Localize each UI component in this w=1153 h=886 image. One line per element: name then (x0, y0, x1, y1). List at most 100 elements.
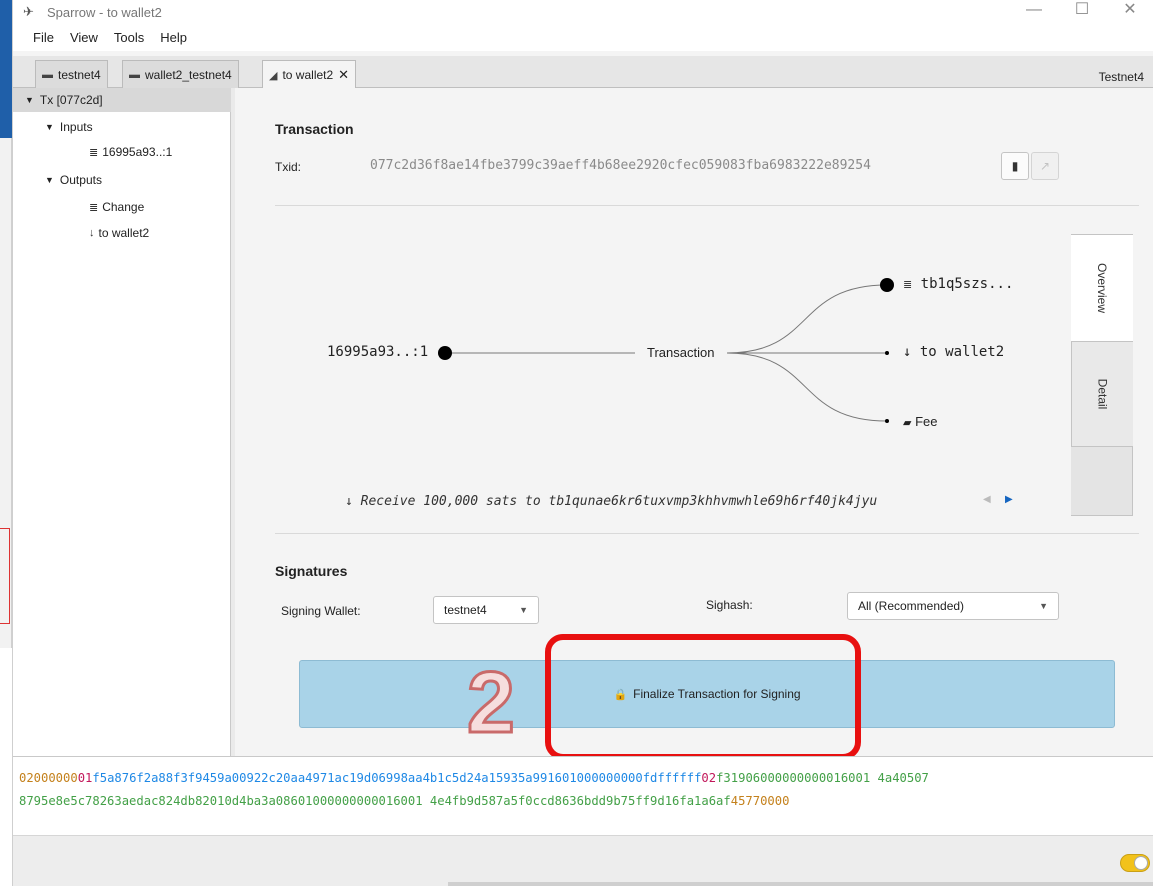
signatures-heading: Signatures (275, 563, 348, 579)
diagram-change-output[interactable]: ≣ tb1q5szs... (903, 276, 1013, 292)
coins-icon: ≣ (89, 201, 99, 214)
tree-label: Inputs (59, 120, 93, 134)
send-icon: ◢ (269, 69, 278, 82)
payment-node (885, 351, 889, 355)
tab-label: testnet4 (58, 67, 101, 82)
menu-help[interactable]: Help (160, 30, 187, 45)
tree-item-change[interactable]: ≣ Change (13, 195, 231, 219)
arrow-down-icon: ↓ (345, 494, 361, 509)
annotation-step-number: 2 (466, 655, 517, 751)
separator (275, 205, 1139, 206)
tree-item-to-wallet2[interactable]: ↓ to wallet2 (13, 221, 231, 245)
expand-triangle-icon[interactable]: ▼ (45, 122, 54, 132)
transaction-panel: Transaction Txid: 077c2d36f8ae14fbe3799c… (235, 88, 1153, 760)
wallet-icon: ▬ (129, 68, 140, 81)
hex-line: 8795e8e5c78263aedac824db82010d4ba3a08601… (19, 790, 1153, 813)
transaction-hex[interactable]: 0200000001f5a876f2a88f3f9459a00922c20aa4… (13, 756, 1153, 836)
hex-version: 02000000 (19, 771, 78, 785)
copy-txid-button[interactable]: ▮ (1001, 152, 1029, 180)
receive-summary: ↓ Receive 100,000 sats to tb1qunae6kr6tu… (345, 494, 877, 509)
hex-outputs: f31906000000000016001 4a40507 (716, 771, 929, 785)
tab-to-wallet2[interactable]: ◢ to wallet2 ✕ (262, 60, 357, 89)
expand-triangle-icon[interactable]: ▼ (25, 95, 34, 105)
signing-wallet-label: Signing Wallet: (281, 604, 361, 618)
copy-icon: ▮ (1011, 159, 1019, 173)
diagram-input-label[interactable]: 16995a93..:1 (327, 344, 428, 360)
tree-item-input[interactable]: ≣ 16995a93..:1 (13, 140, 231, 164)
window-controls: — ☐ ✕ (1010, 0, 1153, 24)
tree-label: Tx [077c2d] (39, 93, 103, 107)
tree-label: Change (102, 200, 145, 214)
tab-close-icon[interactable]: ✕ (338, 67, 349, 83)
app-window: ✈ Sparrow - to wallet2 — ☐ ✕ File View T… (12, 0, 1153, 886)
transaction-diagram: 16995a93..:1 Transaction ≣ tb1q5szs... ↓… (275, 224, 1065, 524)
tree-item-inputs[interactable]: ▼ Inputs (13, 115, 231, 139)
toggle-knob (1134, 856, 1148, 870)
sighash-label: Sighash: (706, 598, 753, 612)
fee-icon: ▰ (903, 417, 912, 429)
diagram-lines (438, 278, 894, 423)
menu-tools[interactable]: Tools (114, 30, 144, 45)
online-toggle[interactable] (1120, 854, 1150, 872)
tab-testnet4[interactable]: ▬ testnet4 (35, 60, 108, 88)
title-bar: ✈ Sparrow - to wallet2 — ☐ ✕ (13, 0, 1153, 24)
menu-view[interactable]: View (70, 30, 98, 45)
sighash-value: All (Recommended) (858, 599, 965, 613)
change-node (880, 278, 894, 292)
external-link-icon: ↗ (1039, 159, 1051, 173)
next-icon[interactable]: ▶ (1005, 494, 1013, 505)
tab-detail-label: Detail (1095, 378, 1110, 410)
window-title: Sparrow - to wallet2 (47, 4, 162, 20)
hex-inputs: f5a876f2a88f3f9459a00922c20aa4971ac19d06… (92, 771, 702, 785)
chevron-down-icon: ▼ (519, 605, 528, 615)
network-label: Testnet4 (1098, 70, 1144, 84)
diagram-payment-output[interactable]: ↓ to wallet2 (903, 344, 1004, 360)
menu-file[interactable]: File (33, 30, 54, 45)
desktop-edge (0, 0, 12, 886)
menu-bar: File View Tools Help (13, 24, 1153, 51)
expand-triangle-icon[interactable]: ▼ (45, 175, 54, 185)
tab-label: wallet2_testnet4 (145, 67, 232, 82)
arrow-down-icon: ↓ (903, 344, 912, 360)
close-icon[interactable]: ✕ (1106, 0, 1153, 24)
previous-icon[interactable]: ◀ (983, 494, 991, 505)
hex-line: 0200000001f5a876f2a88f3f9459a00922c20aa4… (19, 767, 1153, 790)
tab-bar: ▬ testnet4 ▬ wallet2_testnet4 ◢ to walle… (13, 56, 1153, 89)
tab-overview[interactable]: Overview (1071, 235, 1133, 341)
arrow-down-icon: ↓ (89, 227, 95, 239)
receive-text: Receive 100,000 sats to tb1qunae6kr6tuxv… (360, 494, 878, 509)
txid-value[interactable]: 077c2d36f8ae14fbe3799c39aeff4b68ee2920cf… (370, 158, 871, 173)
diagram-payment-label: to wallet2 (919, 344, 1005, 360)
sighash-select[interactable]: All (Recommended) ▼ (847, 592, 1059, 620)
annotation-highlight-box (545, 634, 861, 760)
tree-label: 16995a93..:1 (102, 145, 173, 159)
signing-wallet-select[interactable]: testnet4 ▼ (433, 596, 539, 624)
fee-node (885, 419, 889, 423)
minimize-icon[interactable]: — (1010, 0, 1058, 24)
fee-curve (726, 352, 888, 422)
sparrow-logo-icon: ✈ (23, 4, 34, 19)
maximize-icon[interactable]: ☐ (1058, 0, 1106, 24)
taskbar-edge (448, 882, 1153, 886)
hex-outputs: 8795e8e5c78263aedac824db82010d4ba3a08601… (19, 794, 731, 808)
tree-item-outputs[interactable]: ▼ Outputs (13, 168, 231, 192)
desktop-edge-blue (0, 0, 12, 138)
change-curve (726, 284, 888, 354)
open-in-browser-button[interactable]: ↗ (1031, 152, 1059, 180)
diagram-transaction-label: Transaction (647, 345, 715, 360)
diagram-change-label: tb1q5szs... (920, 276, 1014, 292)
diagram-fee-output[interactable]: ▰ Fee (903, 414, 938, 429)
tab-detail[interactable]: Detail (1071, 341, 1133, 447)
signing-wallet-value: testnet4 (444, 603, 487, 617)
tab-wallet2-testnet4[interactable]: ▬ wallet2_testnet4 (122, 60, 239, 88)
tree-label: to wallet2 (98, 226, 150, 240)
tree-item-tx[interactable]: ▼ Tx [077c2d] (13, 88, 231, 112)
input-node (438, 346, 452, 360)
status-bar (13, 836, 1153, 886)
hex-locktime: 45770000 (730, 794, 790, 808)
coins-icon: ≣ (903, 278, 913, 291)
desktop-edge-annotation (0, 528, 10, 624)
tab-overview-label: Overview (1094, 262, 1109, 314)
tree-label: Outputs (59, 173, 102, 187)
separator (275, 533, 1139, 534)
